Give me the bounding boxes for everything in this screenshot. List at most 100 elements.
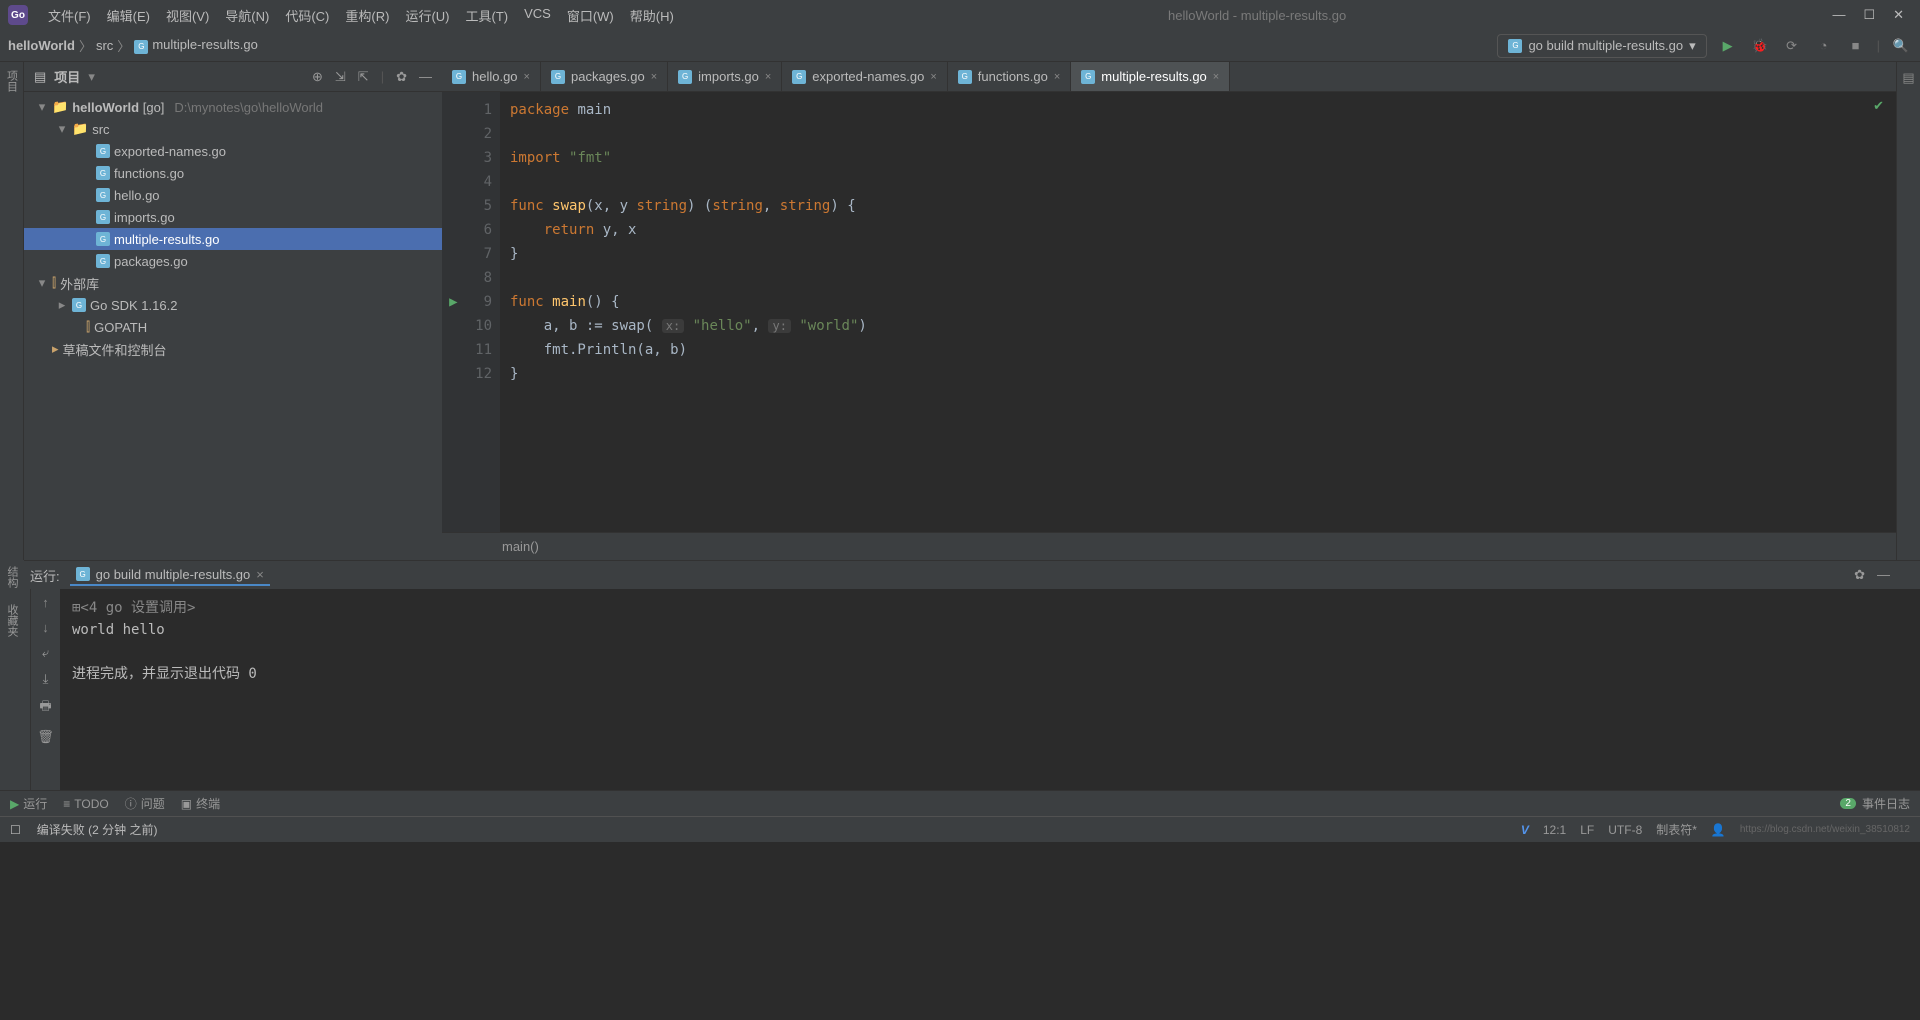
menu-item[interactable]: 导航(N): [217, 6, 277, 25]
event-log-tab[interactable]: 事件日志: [1862, 795, 1910, 812]
settings-icon[interactable]: ✿: [1854, 567, 1865, 583]
go-file-icon: G: [1081, 70, 1095, 84]
editor-body[interactable]: 12345678▶9101112 package main import "fm…: [442, 92, 1896, 532]
favorites-tool-tab[interactable]: 收藏夹: [4, 604, 20, 637]
expand-icon[interactable]: ⇲: [335, 69, 346, 85]
editor-tab[interactable]: Gexported-names.go×: [782, 62, 947, 91]
tree-row[interactable]: Gimports.go: [24, 206, 442, 228]
breadcrumb-item[interactable]: helloWorld: [8, 38, 75, 53]
left-tool-gutter: 项目: [0, 62, 24, 560]
editor-tab[interactable]: Gfunctions.go×: [948, 62, 1072, 91]
v-icon: V: [1521, 823, 1529, 837]
maximize-icon[interactable]: ☐: [1863, 7, 1875, 23]
editor-tab[interactable]: Gpackages.go×: [541, 62, 668, 91]
tree-row[interactable]: ▾📁helloWorld [go]D:\mynotes\go\helloWorl…: [24, 96, 442, 118]
problems-tool-tab[interactable]: ⓘ问题: [125, 795, 165, 812]
search-button[interactable]: 🔍: [1890, 35, 1912, 57]
close-icon[interactable]: ×: [651, 71, 657, 83]
settings-icon[interactable]: ✿: [396, 69, 407, 85]
hide-icon[interactable]: —: [419, 69, 432, 85]
tree-row[interactable]: ▾⫿外部库: [24, 272, 442, 294]
chevron-down-icon: ▾: [1689, 38, 1696, 54]
close-icon[interactable]: ✕: [1893, 7, 1904, 23]
inspection-ok-icon: ✔: [1873, 98, 1884, 114]
line-separator[interactable]: LF: [1580, 823, 1594, 837]
tree-row[interactable]: Gpackages.go: [24, 250, 442, 272]
close-icon[interactable]: ×: [1054, 71, 1060, 83]
tree-row[interactable]: Gexported-names.go: [24, 140, 442, 162]
editor-tab[interactable]: Ghello.go×: [442, 62, 541, 91]
menu-item[interactable]: 代码(C): [277, 6, 337, 25]
tree-row[interactable]: Ghello.go: [24, 184, 442, 206]
minimize-icon[interactable]: —: [1832, 7, 1845, 23]
watermark: https://blog.csdn.net/weixin_38510812: [1740, 824, 1910, 835]
todo-tool-tab[interactable]: ≡TODO: [63, 797, 108, 811]
tree-row[interactable]: ▾📁src: [24, 118, 442, 140]
navbar: helloWorld〉src〉Gmultiple-results.go G go…: [0, 30, 1920, 62]
tree-row[interactable]: ⫿GOPATH: [24, 316, 442, 338]
close-icon[interactable]: ×: [256, 567, 264, 582]
profile-button[interactable]: ◔: [1813, 35, 1835, 57]
main-menu: 文件(F)编辑(E)视图(V)导航(N)代码(C)重构(R)运行(U)工具(T)…: [40, 6, 682, 25]
menu-item[interactable]: 文件(F): [40, 6, 99, 25]
code-area[interactable]: package main import "fmt" func swap(x, y…: [500, 92, 1896, 532]
menu-item[interactable]: 窗口(W): [559, 6, 622, 25]
caret-position: 12:1: [1543, 823, 1566, 837]
close-icon[interactable]: ×: [524, 71, 530, 83]
menu-item[interactable]: 帮助(H): [622, 6, 682, 25]
tree-row[interactable]: Gfunctions.go: [24, 162, 442, 184]
menu-item[interactable]: 视图(V): [158, 6, 217, 25]
breadcrumb-item[interactable]: src: [96, 38, 113, 53]
menu-item[interactable]: 工具(T): [457, 6, 516, 25]
tree-row[interactable]: ▸GGo SDK 1.16.2: [24, 294, 442, 316]
breadcrumb-item[interactable]: Gmultiple-results.go: [134, 37, 258, 54]
menu-item[interactable]: VCS: [516, 6, 559, 25]
chevron-down-icon[interactable]: ▾: [88, 69, 95, 85]
editor-tab[interactable]: Gmultiple-results.go×: [1071, 62, 1230, 91]
terminal-tool-tab[interactable]: ▣终端: [181, 795, 220, 812]
editor-area: Ghello.go×Gpackages.go×Gimports.go×Gexpo…: [442, 62, 1896, 560]
collapse-icon[interactable]: ⇱: [358, 69, 369, 85]
run-toolbar-secondary: ↑ ↓ ⤶ ⤓ 🖶 🗑: [30, 589, 60, 790]
coverage-button[interactable]: ⟳: [1781, 35, 1803, 57]
print-icon[interactable]: 🖶: [39, 697, 51, 719]
debug-button[interactable]: 🐞: [1749, 35, 1771, 57]
down-icon[interactable]: ↓: [42, 620, 49, 635]
trash-icon[interactable]: 🗑: [37, 729, 54, 745]
encoding[interactable]: UTF-8: [1608, 823, 1642, 837]
status-bar: ☐ 编译失败 (2 分钟 之前) V 12:1 LF UTF-8 制表符* 👤 …: [0, 816, 1920, 842]
locate-icon[interactable]: ⊕: [312, 69, 323, 85]
run-tool-tab[interactable]: ▶运行: [10, 795, 47, 812]
tree-row[interactable]: ▸草稿文件和控制台: [24, 338, 442, 360]
hide-icon[interactable]: —: [1877, 567, 1890, 583]
project-tool-tab[interactable]: 项目: [4, 70, 20, 92]
inspection-icon[interactable]: 👤: [1711, 823, 1726, 837]
menu-item[interactable]: 重构(R): [337, 6, 397, 25]
database-tool-icon[interactable]: ▤: [1902, 70, 1914, 86]
tree-row[interactable]: Gmultiple-results.go: [24, 228, 442, 250]
editor-tab[interactable]: Gimports.go×: [668, 62, 782, 91]
structure-tool-tab[interactable]: 结构: [4, 566, 20, 588]
run-config-selector[interactable]: G go build multiple-results.go ▾: [1497, 34, 1706, 58]
soft-wrap-icon[interactable]: ⤶: [42, 645, 49, 661]
go-file-icon: G: [792, 70, 806, 84]
project-tree[interactable]: ▾📁helloWorld [go]D:\mynotes\go\helloWorl…: [24, 92, 442, 560]
go-file-icon: G: [96, 188, 110, 202]
window-title: helloWorld - multiple-results.go: [682, 8, 1833, 23]
up-icon[interactable]: ↑: [42, 595, 49, 610]
run-button[interactable]: ▶: [1717, 35, 1739, 57]
indent-status[interactable]: 制表符*: [1656, 821, 1697, 838]
scroll-end-icon[interactable]: ⤓: [43, 671, 49, 687]
close-icon[interactable]: ×: [1213, 71, 1219, 83]
window-icon[interactable]: ☐: [10, 823, 21, 837]
run-tab[interactable]: G go build multiple-results.go ×: [70, 565, 270, 586]
menu-item[interactable]: 运行(U): [397, 6, 457, 25]
stop-button[interactable]: ■: [1845, 35, 1867, 57]
run-output[interactable]: ⊞<4 go 设置调用> world hello 进程完成，并显示退出代码 0: [60, 589, 1920, 790]
close-icon[interactable]: ×: [765, 71, 771, 83]
editor-breadcrumb: main(): [442, 532, 1896, 560]
close-icon[interactable]: ×: [930, 71, 936, 83]
bottom-tool-bar: ▶运行 ≡TODO ⓘ问题 ▣终端 2 事件日志: [0, 790, 1920, 816]
menu-item[interactable]: 编辑(E): [99, 6, 158, 25]
go-file-icon: G: [1508, 39, 1522, 53]
